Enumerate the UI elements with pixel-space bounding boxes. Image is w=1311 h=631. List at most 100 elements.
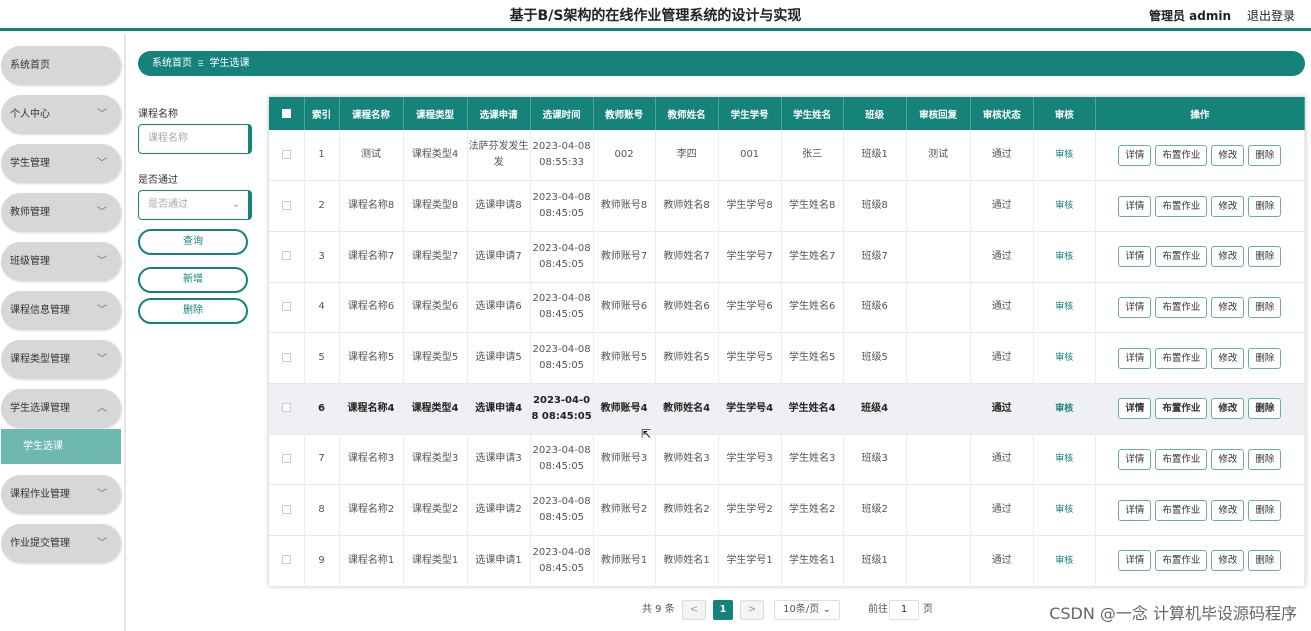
audit-link[interactable]: 审核 <box>1055 252 1073 262</box>
goto-page-input[interactable]: 1 <box>889 600 919 620</box>
delete-row-button[interactable]: 删除 <box>1248 398 1282 420</box>
sidebar-subitem-student-course[interactable]: 学生选课 <box>1 429 121 464</box>
delete-row-button[interactable]: 删除 <box>1248 448 1282 470</box>
edit-button[interactable]: 修改 <box>1211 499 1245 521</box>
cell-reply <box>906 282 971 333</box>
sidebar-item-2[interactable]: 学生管理 ﹀ <box>1 144 121 183</box>
cell-sno: 001 <box>718 130 782 181</box>
table-row[interactable]: 9 课程名称1 课程类型1 选课申请1 2023-04-08 08:45:05 教师账号1… <box>269 535 1306 587</box>
row-checkbox[interactable] <box>269 434 305 485</box>
audit-link[interactable]: 审核 <box>1055 556 1073 566</box>
sidebar-item-9[interactable]: 作业提交管理 ﹀ <box>1 524 121 563</box>
sidebar-item-0[interactable]: 系统首页 <box>1 46 121 85</box>
sidebar-item-6[interactable]: 课程类型管理 ﹀ <box>1 340 121 379</box>
row-checkbox[interactable] <box>269 180 305 232</box>
row-checkbox[interactable] <box>269 282 305 333</box>
approved-select-value: 是否通过 <box>148 199 188 210</box>
breadcrumb-home[interactable]: 系统首页 <box>152 58 192 69</box>
delete-row-button[interactable]: 删除 <box>1248 296 1282 318</box>
row-checkbox[interactable] <box>269 484 305 536</box>
edit-button[interactable]: 修改 <box>1211 550 1245 572</box>
edit-button[interactable]: 修改 <box>1211 195 1245 217</box>
edit-button[interactable]: 修改 <box>1211 347 1245 369</box>
table-row[interactable]: 4 课程名称6 课程类型6 选课申请6 2023-04-08 08:45:05 教师账号6… <box>269 282 1306 333</box>
sidebar-item-5[interactable]: 课程信息管理 ﹀ <box>1 291 121 330</box>
cell-time: 2023-04-08 08:45:05 <box>530 383 594 435</box>
detail-button[interactable]: 详情 <box>1118 195 1152 217</box>
prev-page-button[interactable]: < <box>682 600 706 620</box>
cell-tname: 教师姓名7 <box>655 231 719 283</box>
row-checkbox[interactable] <box>269 332 305 384</box>
assign-homework-button[interactable]: 布置作业 <box>1155 246 1208 268</box>
detail-button[interactable]: 详情 <box>1118 398 1152 420</box>
table-row[interactable]: 2 课程名称8 课程类型8 选课申请8 2023-04-08 08:45:05 教师账号8… <box>269 180 1306 232</box>
table-row[interactable]: 5 课程名称5 课程类型5 选课申请5 2023-04-08 08:45:05 教师账号5… <box>269 332 1306 384</box>
edit-button[interactable]: 修改 <box>1211 144 1245 166</box>
add-button[interactable]: 新增 <box>138 267 248 293</box>
next-page-button[interactable]: > <box>740 600 764 620</box>
delete-row-button[interactable]: 删除 <box>1248 499 1282 521</box>
audit-link[interactable]: 审核 <box>1055 201 1073 211</box>
detail-button[interactable]: 详情 <box>1118 296 1152 318</box>
delete-row-button[interactable]: 删除 <box>1248 144 1282 166</box>
sidebar-item-8[interactable]: 课程作业管理 ﹀ <box>1 475 121 514</box>
assign-homework-button[interactable]: 布置作业 <box>1155 448 1208 470</box>
delete-row-button[interactable]: 删除 <box>1248 550 1282 572</box>
table-row[interactable]: 3 课程名称7 课程类型7 选课申请7 2023-04-08 08:45:05 教师账号7… <box>269 231 1306 283</box>
delete-button[interactable]: 删除 <box>138 298 248 324</box>
audit-link[interactable]: 审核 <box>1055 353 1073 363</box>
table-row[interactable]: 6 课程名称4 课程类型4 选课申请4 2023-04-08 08:45:05 教师账号4… <box>269 383 1306 435</box>
sidebar-item-7[interactable]: 学生选课管理 ︿ <box>1 389 121 428</box>
detail-button[interactable]: 详情 <box>1118 448 1152 470</box>
column-header: 审核状态 <box>970 97 1034 130</box>
row-checkbox[interactable] <box>269 535 305 587</box>
cell-time: 2023-04-08 08:45:05 <box>530 332 594 384</box>
assign-homework-button[interactable]: 布置作业 <box>1155 195 1208 217</box>
cell-index: 6 <box>304 383 340 435</box>
edit-button[interactable]: 修改 <box>1211 296 1245 318</box>
assign-homework-button[interactable]: 布置作业 <box>1155 550 1208 572</box>
page-size-select[interactable]: 10条/页 ⌄ <box>774 600 840 620</box>
course-name-input[interactable]: 课程名称 <box>138 124 252 154</box>
logout-link[interactable]: 退出登录 <box>1247 7 1295 24</box>
delete-row-button[interactable]: 删除 <box>1248 195 1282 217</box>
cell-apply: 法萨芬发发生发 <box>467 130 531 181</box>
table-row[interactable]: 1 测试 课程类型4 法萨芬发发生发 2023-04-08 08:55:33 002 李四 0… <box>269 130 1306 181</box>
chevron-down-icon: ﹀ <box>97 256 107 267</box>
delete-row-button[interactable]: 删除 <box>1248 246 1282 268</box>
audit-link[interactable]: 审核 <box>1055 302 1073 312</box>
assign-homework-button[interactable]: 布置作业 <box>1155 144 1208 166</box>
cell-time: 2023-04-08 08:45:05 <box>530 535 594 587</box>
audit-link[interactable]: 审核 <box>1055 404 1073 414</box>
row-checkbox[interactable] <box>269 383 305 435</box>
detail-button[interactable]: 详情 <box>1118 144 1152 166</box>
table-row[interactable]: 8 课程名称2 课程类型2 选课申请2 2023-04-08 08:45:05 教师账号2… <box>269 484 1306 536</box>
assign-homework-button[interactable]: 布置作业 <box>1155 499 1208 521</box>
assign-homework-button[interactable]: 布置作业 <box>1155 347 1208 369</box>
cell-course: 测试 <box>339 130 404 181</box>
detail-button[interactable]: 详情 <box>1118 550 1152 572</box>
delete-row-button[interactable]: 删除 <box>1248 347 1282 369</box>
row-checkbox[interactable] <box>269 130 305 181</box>
assign-homework-button[interactable]: 布置作业 <box>1155 296 1208 318</box>
audit-link[interactable]: 审核 <box>1055 454 1073 464</box>
breadcrumb-current: 学生选课 <box>209 58 250 69</box>
assign-homework-button[interactable]: 布置作业 <box>1155 398 1208 420</box>
detail-button[interactable]: 详情 <box>1118 246 1152 268</box>
select-all-checkbox[interactable] <box>269 97 305 130</box>
sidebar-item-1[interactable]: 个人中心 ﹀ <box>1 95 121 134</box>
edit-button[interactable]: 修改 <box>1211 398 1245 420</box>
audit-link[interactable]: 审核 <box>1055 505 1073 515</box>
sidebar-item-3[interactable]: 教师管理 ﹀ <box>1 193 121 232</box>
detail-button[interactable]: 详情 <box>1118 499 1152 521</box>
page-1-button[interactable]: 1 <box>713 600 733 620</box>
audit-link[interactable]: 审核 <box>1055 150 1073 160</box>
approved-select[interactable]: 是否通过 ⌄ <box>138 190 252 220</box>
table-row[interactable]: 7 课程名称3 课程类型3 选课申请3 2023-04-08 08:45:05 教师账号3… <box>269 434 1306 485</box>
edit-button[interactable]: 修改 <box>1211 448 1245 470</box>
query-button[interactable]: 查询 <box>138 229 248 255</box>
row-checkbox[interactable] <box>269 231 305 283</box>
sidebar-item-4[interactable]: 班级管理 ﹀ <box>1 242 121 281</box>
edit-button[interactable]: 修改 <box>1211 246 1245 268</box>
detail-button[interactable]: 详情 <box>1118 347 1152 369</box>
